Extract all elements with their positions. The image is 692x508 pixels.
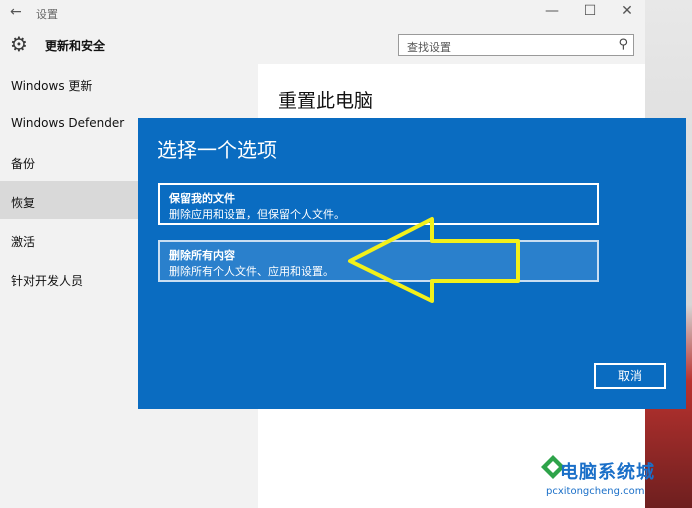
sidebar-item-label: 激活: [11, 235, 36, 249]
search-placeholder: 查找设置: [407, 41, 451, 54]
section-title: 更新和安全: [45, 39, 106, 53]
back-arrow-icon[interactable]: ←: [10, 4, 22, 20]
sidebar-item-label: Windows Defender: [11, 116, 125, 130]
gear-icon: ⚙: [10, 32, 28, 56]
close-button[interactable]: ✕: [615, 3, 639, 19]
sidebar-item-label: Windows 更新: [11, 79, 93, 93]
watermark-url: pcxitongcheng.com: [546, 486, 645, 497]
dialog-title: 选择一个选项: [157, 138, 277, 162]
page-header: ⚙ 更新和安全 查找设置 ⚲: [0, 26, 645, 64]
option-title: 保留我的文件: [169, 192, 235, 205]
sidebar-item-windows-update[interactable]: Windows 更新: [0, 64, 258, 102]
title-bar: ← 设置 — ☐ ✕: [0, 0, 645, 26]
page-title: 重置此电脑: [278, 90, 374, 112]
minimize-button[interactable]: —: [540, 3, 564, 19]
sidebar-item-label: 备份: [11, 157, 36, 171]
cancel-button[interactable]: 取消: [594, 363, 666, 389]
option-description: 删除应用和设置，但保留个人文件。: [169, 208, 345, 221]
search-input[interactable]: 查找设置 ⚲: [398, 34, 634, 56]
option-description: 删除所有个人文件、应用和设置。: [169, 265, 334, 278]
search-icon[interactable]: ⚲: [618, 37, 628, 52]
sidebar-item-label: 针对开发人员: [11, 274, 84, 288]
watermark-text: 电脑系统城: [560, 462, 655, 483]
annotation-arrow-icon: [348, 217, 520, 303]
watermark: 电脑系统城 pcxitongcheng.com: [540, 452, 690, 508]
maximize-button[interactable]: ☐: [578, 3, 602, 19]
sidebar-item-label: 恢复: [11, 196, 36, 210]
window-title: 设置: [36, 8, 58, 21]
option-title: 删除所有内容: [169, 249, 235, 262]
